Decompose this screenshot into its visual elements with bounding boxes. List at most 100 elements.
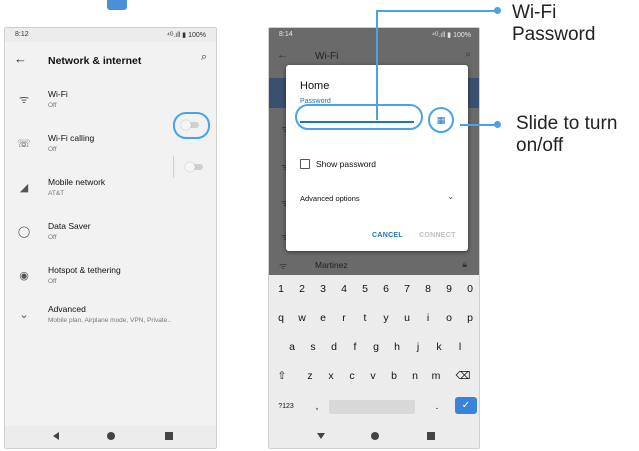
- key[interactable]: d: [326, 341, 342, 353]
- key[interactable]: 0: [462, 283, 478, 295]
- callout-dot: [494, 121, 501, 128]
- search-icon[interactable]: ⌕: [465, 49, 471, 60]
- period-key[interactable]: .: [429, 400, 445, 412]
- key[interactable]: t: [357, 312, 373, 324]
- enter-check-icon[interactable]: ✓: [455, 397, 477, 414]
- key[interactable]: n: [407, 370, 423, 382]
- key[interactable]: z: [302, 370, 318, 382]
- key[interactable]: r: [336, 312, 352, 324]
- key[interactable]: 1: [273, 283, 289, 295]
- setting-advanced[interactable]: ⌄ Advanced Mobile plan, Airplane mode, V…: [5, 298, 216, 338]
- key[interactable]: m: [428, 370, 444, 382]
- shift-icon[interactable]: ⇧: [274, 370, 290, 382]
- wifi-icon: ᯤ: [279, 261, 288, 271]
- status-icons: ⁴ᴳ.ıll ▮ 100%: [166, 32, 206, 39]
- spacebar[interactable]: [329, 400, 415, 414]
- connect-button[interactable]: CONNECT: [419, 232, 456, 239]
- nav-bar: [269, 426, 479, 448]
- setting-label: Advanced: [48, 304, 86, 314]
- key[interactable]: 7: [399, 283, 415, 295]
- key[interactable]: q: [273, 312, 289, 324]
- qr-scan-icon[interactable]: ▦: [428, 107, 454, 133]
- key[interactable]: 3: [315, 283, 331, 295]
- nav-hide-keyboard-icon[interactable]: [317, 433, 325, 439]
- network-internet-screen: 8:12 ⁴ᴳ.ıll ▮ 100% ← Network & internet …: [4, 27, 217, 449]
- nav-recents-icon[interactable]: [427, 432, 435, 440]
- setting-label: Wi-Fi calling: [48, 133, 95, 143]
- setting-wifi-calling[interactable]: ☏ Wi-Fi calling Off: [5, 127, 216, 167]
- key[interactable]: y: [378, 312, 394, 324]
- comma-key[interactable]: ,: [309, 400, 325, 412]
- hotspot-icon: ◉: [19, 270, 29, 282]
- setting-sub: Off: [48, 102, 57, 109]
- key[interactable]: s: [305, 341, 321, 353]
- network-martinez[interactable]: ᯤ Martinez 🔒︎: [269, 256, 479, 274]
- show-password-label: Show password: [316, 159, 377, 169]
- cancel-button[interactable]: CANCEL: [372, 232, 403, 239]
- key[interactable]: k: [431, 341, 447, 353]
- nav-home-icon[interactable]: [107, 432, 115, 440]
- chevron-down-icon: ⌄: [19, 309, 29, 321]
- status-bar: 8:12 ⁴ᴳ.ıll ▮ 100%: [5, 28, 216, 42]
- setting-label: Data Saver: [48, 221, 91, 231]
- key[interactable]: i: [420, 312, 436, 324]
- key[interactable]: b: [386, 370, 402, 382]
- nav-back-icon[interactable]: [53, 432, 59, 440]
- key[interactable]: l: [452, 341, 468, 353]
- setting-mobile-network[interactable]: ◢ Mobile network AT&T: [5, 171, 216, 211]
- nav-recents-icon[interactable]: [165, 432, 173, 440]
- app-bar: ← Network & internet ⌕: [5, 42, 216, 80]
- nav-home-icon[interactable]: [371, 432, 379, 440]
- network-name: Martinez: [315, 260, 348, 270]
- key[interactable]: 2: [294, 283, 310, 295]
- password-highlight: [295, 104, 423, 130]
- key[interactable]: a: [284, 341, 300, 353]
- callout-line: [376, 10, 378, 120]
- callout-password: Wi-Fi Password: [512, 2, 596, 45]
- keyboard: 1 2 3 4 5 6 7 8 9 0 q w e r t y u i o p …: [269, 275, 479, 428]
- callout-line: [376, 10, 496, 12]
- wifi-password-screen: 8:14 ⁴ᴳ.ıll ▮ 100% ← Wi-Fi ⌕ ᯤ ᯤ ᯤ ᯤ Hom…: [268, 27, 480, 449]
- advanced-options[interactable]: Advanced options: [300, 194, 360, 203]
- status-icons: ⁴ᴳ.ıll ▮ 100%: [431, 32, 471, 39]
- data-saver-icon: ◯: [17, 226, 31, 238]
- key[interactable]: 5: [357, 283, 373, 295]
- key[interactable]: v: [365, 370, 381, 382]
- setting-hotspot[interactable]: ◉ Hotspot & tethering Off: [5, 259, 216, 299]
- dialog-title: Home: [300, 80, 330, 92]
- backspace-icon[interactable]: ⌫: [455, 370, 471, 382]
- setting-data-saver[interactable]: ◯ Data Saver Off: [5, 215, 216, 255]
- back-arrow-icon[interactable]: ←: [14, 51, 27, 66]
- key[interactable]: 9: [441, 283, 457, 295]
- status-time: 8:14: [279, 31, 293, 38]
- page-title: Wi-Fi: [315, 51, 339, 62]
- key[interactable]: w: [294, 312, 310, 324]
- setting-sub: AT&T: [48, 190, 65, 197]
- key[interactable]: x: [323, 370, 339, 382]
- setting-label: Wi-Fi: [48, 89, 68, 99]
- key[interactable]: f: [347, 341, 363, 353]
- setting-label: Mobile network: [48, 177, 106, 187]
- key[interactable]: j: [410, 341, 426, 353]
- nav-bar: [5, 426, 216, 448]
- signal-icon: ◢: [19, 182, 29, 194]
- search-icon[interactable]: ⌕: [201, 51, 207, 64]
- key[interactable]: h: [389, 341, 405, 353]
- key[interactable]: 4: [336, 283, 352, 295]
- setting-sub: Off: [48, 234, 57, 241]
- key[interactable]: c: [344, 370, 360, 382]
- chevron-down-icon[interactable]: ⌄: [447, 192, 454, 201]
- setting-label: Hotspot & tethering: [48, 265, 121, 275]
- key[interactable]: 8: [420, 283, 436, 295]
- key[interactable]: e: [315, 312, 331, 324]
- key[interactable]: g: [368, 341, 384, 353]
- symbols-key[interactable]: ?123: [275, 403, 297, 410]
- show-password-checkbox[interactable]: [300, 159, 310, 169]
- key[interactable]: u: [399, 312, 415, 324]
- back-arrow-icon[interactable]: ←: [277, 49, 288, 61]
- key[interactable]: o: [441, 312, 457, 324]
- key[interactable]: p: [462, 312, 478, 324]
- wifi-calling-icon: ☏: [17, 138, 31, 150]
- wifi-icon: ᯤ: [18, 94, 30, 106]
- key[interactable]: 6: [378, 283, 394, 295]
